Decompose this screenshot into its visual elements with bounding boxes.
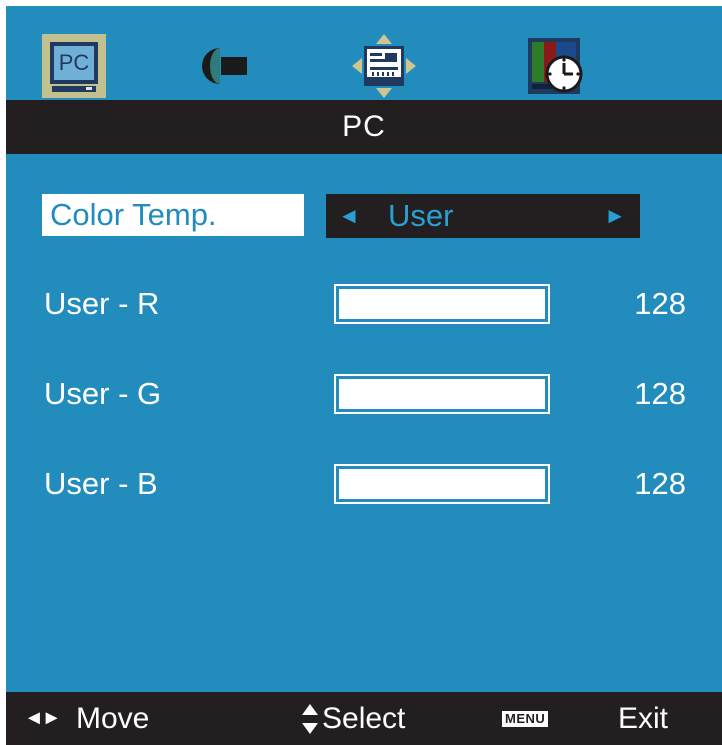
left-right-arrows-icon: ◄► xyxy=(24,707,62,729)
left-arrow-icon[interactable]: ◄ xyxy=(338,194,360,238)
color-temp-selector[interactable]: ◄ User ► xyxy=(326,194,640,238)
user-b-label[interactable]: User - B xyxy=(44,468,158,499)
setup-move-icon xyxy=(352,34,416,98)
monitor-led xyxy=(86,87,92,90)
pc-monitor-label: PC xyxy=(54,46,94,80)
user-g-value: 128 xyxy=(634,376,686,411)
user-r-slider[interactable] xyxy=(334,284,550,324)
user-r-slider-fill xyxy=(339,289,545,319)
user-b-slider-fill xyxy=(339,469,545,499)
select-hint: Select xyxy=(322,701,406,735)
footer-bar: ◄► Move Select MENU Exit xyxy=(6,692,722,745)
page-title: PC xyxy=(6,100,722,154)
user-r-label[interactable]: User - R xyxy=(44,288,159,319)
color-temp-value: User xyxy=(388,198,454,233)
user-r-value: 128 xyxy=(634,286,686,321)
user-g-label[interactable]: User - G xyxy=(44,378,161,409)
user-g-slider[interactable] xyxy=(334,374,550,414)
user-b-slider[interactable] xyxy=(334,464,550,504)
image-settings-icon xyxy=(202,48,247,84)
up-down-arrows-icon xyxy=(302,692,318,745)
tab-time[interactable] xyxy=(524,34,588,98)
osd-menu: PC PC Color Temp. ◄ User ► User - R 128 … xyxy=(6,6,722,745)
color-temp-label[interactable]: Color Temp. xyxy=(42,194,304,236)
pc-monitor-icon: PC xyxy=(50,42,98,84)
tab-pc[interactable]: PC xyxy=(42,34,106,98)
move-hint: Move xyxy=(76,701,150,735)
user-b-value: 128 xyxy=(634,466,686,501)
clock-icon xyxy=(528,38,583,94)
menu-key-icon: MENU xyxy=(502,692,549,745)
exit-hint: Exit xyxy=(618,701,669,735)
tab-image[interactable] xyxy=(188,34,252,98)
menu-key-label: MENU xyxy=(502,710,549,727)
tab-setup[interactable] xyxy=(352,34,416,98)
right-arrow-icon[interactable]: ► xyxy=(604,194,626,238)
user-g-slider-fill xyxy=(339,379,545,409)
